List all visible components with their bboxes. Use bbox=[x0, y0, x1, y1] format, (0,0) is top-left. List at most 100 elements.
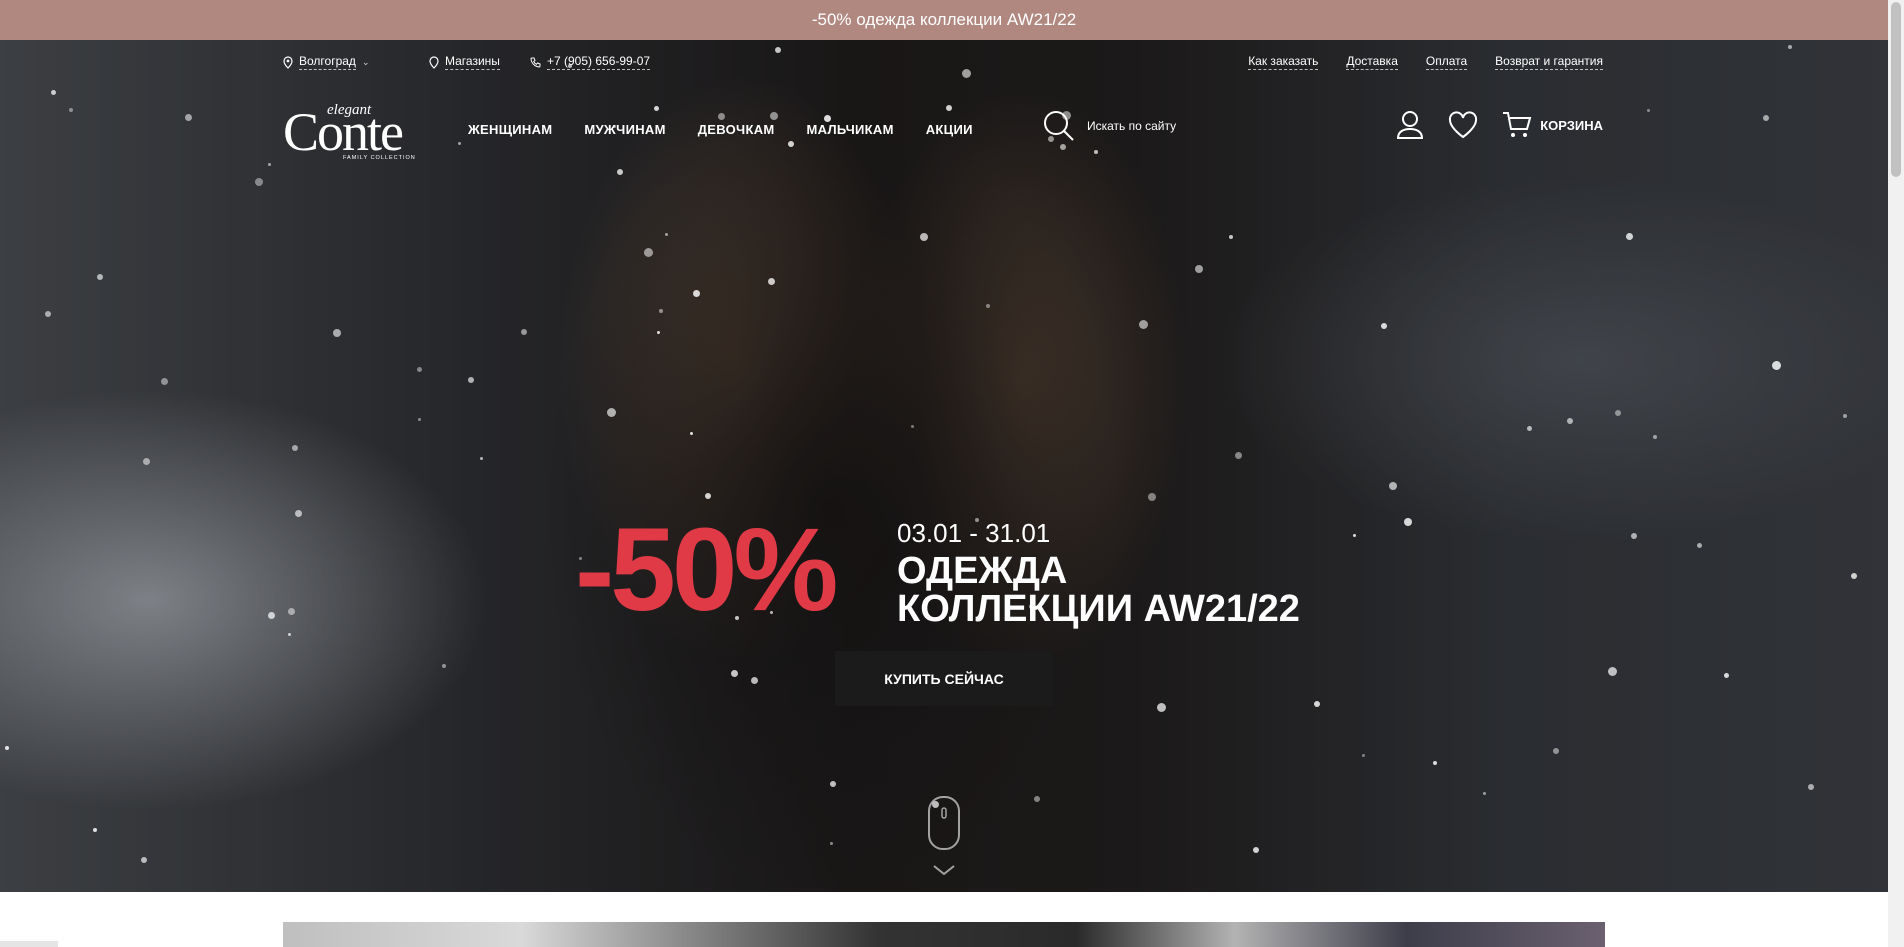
info-links: Как заказать Доставка Оплата Возврат и г… bbox=[1248, 54, 1603, 70]
offer-headline: ОДЕЖДА КОЛЛЕКЦИИ AW21/22 bbox=[897, 552, 1337, 628]
snowflake bbox=[1647, 109, 1650, 112]
cart-icon bbox=[1503, 112, 1532, 137]
snowflake bbox=[1381, 323, 1387, 329]
snowflake bbox=[1195, 265, 1203, 273]
buy-now-button[interactable]: КУПИТЬ СЕЙЧАС bbox=[835, 651, 1053, 706]
snowflake bbox=[644, 248, 653, 257]
scroll-down-indicator[interactable] bbox=[928, 796, 960, 881]
phone-icon bbox=[530, 57, 541, 68]
snowflake bbox=[1483, 792, 1486, 795]
snowflake bbox=[830, 781, 836, 787]
how-to-order-link[interactable]: Как заказать bbox=[1248, 54, 1319, 70]
snowflake bbox=[607, 408, 616, 417]
snowflake bbox=[617, 169, 623, 175]
snowflake bbox=[1148, 493, 1156, 501]
offer-dates: 03.01 - 31.01 bbox=[897, 518, 1051, 548]
snowflake bbox=[1157, 703, 1166, 712]
mouse-scroll-icon bbox=[928, 796, 960, 850]
snowflake bbox=[1631, 533, 1637, 539]
snowflake bbox=[1034, 796, 1040, 802]
search-icon[interactable] bbox=[1043, 110, 1075, 142]
snowflake bbox=[295, 510, 302, 517]
main-nav: ЖЕНЩИНАМ МУЖЧИНАМ ДЕВОЧКАМ МАЛЬЧИКАМ АКЦ… bbox=[468, 122, 973, 137]
nav-women[interactable]: ЖЕНЩИНАМ bbox=[468, 122, 552, 137]
snowflake bbox=[255, 178, 263, 186]
site-search[interactable]: Искать по сайту bbox=[1043, 110, 1176, 142]
snowflake bbox=[1253, 847, 1259, 853]
corner-widget bbox=[0, 941, 58, 947]
nav-men[interactable]: МУЖЧИНАМ bbox=[584, 122, 665, 137]
returns-link[interactable]: Возврат и гарантия bbox=[1495, 54, 1603, 70]
headline-line-1: ОДЕЖДА bbox=[897, 550, 1068, 592]
snowflake bbox=[161, 378, 168, 385]
snowflake bbox=[1724, 673, 1729, 678]
conte-logo[interactable]: elegant Conte FAMILY COLLECTION bbox=[283, 100, 431, 162]
phone-label[interactable]: +7 (905) 656-99-07 bbox=[547, 54, 651, 70]
headline-line-2: КОЛЛЕКЦИИ AW21/22 bbox=[897, 588, 1300, 630]
stores-link[interactable]: Магазины bbox=[429, 54, 500, 70]
snowflake bbox=[288, 633, 291, 636]
snowflake bbox=[288, 608, 295, 615]
snowflake bbox=[705, 493, 711, 499]
stores-label[interactable]: Магазины bbox=[445, 54, 500, 70]
chevron-down-icon bbox=[933, 865, 955, 876]
snowflake bbox=[5, 746, 9, 750]
snowflake bbox=[665, 233, 668, 236]
snowflake bbox=[911, 425, 914, 428]
snowflake bbox=[45, 311, 51, 317]
search-placeholder[interactable]: Искать по сайту bbox=[1087, 119, 1176, 133]
snowflake bbox=[1229, 235, 1233, 239]
cart-button[interactable]: КОРЗИНА bbox=[1502, 111, 1603, 139]
snowflake bbox=[1697, 543, 1702, 548]
snowflake bbox=[1235, 452, 1242, 459]
nav-boys[interactable]: МАЛЬЧИКАМ bbox=[807, 122, 894, 137]
snowflake bbox=[986, 304, 990, 308]
utility-bar: Волгоград ⌄ Магазины +7 (905) 656-99-07 … bbox=[283, 50, 1603, 74]
delivery-link[interactable]: Доставка bbox=[1346, 54, 1398, 70]
snowflake bbox=[1808, 784, 1814, 790]
main-header: elegant Conte FAMILY COLLECTION ЖЕНЩИНАМ… bbox=[283, 96, 1603, 166]
header-actions: КОРЗИНА bbox=[1396, 110, 1603, 140]
snowflake bbox=[1553, 748, 1559, 754]
snowflake bbox=[768, 278, 775, 285]
promo-text[interactable]: -50% одежда коллекции AW21/22 bbox=[812, 10, 1076, 29]
snowflake bbox=[1527, 426, 1532, 431]
store-pin-icon bbox=[429, 55, 439, 69]
snowflake bbox=[659, 309, 663, 313]
scrollbar-thumb[interactable] bbox=[1891, 2, 1901, 177]
snowflake bbox=[731, 670, 738, 677]
snowflake bbox=[690, 432, 693, 435]
snowflake bbox=[418, 418, 421, 421]
snowflake bbox=[143, 458, 150, 465]
snowflake bbox=[1567, 418, 1573, 424]
snowflake bbox=[442, 664, 446, 668]
snowflake bbox=[480, 457, 483, 460]
snowflake bbox=[920, 233, 928, 241]
snowflake bbox=[830, 842, 833, 845]
snowflake bbox=[268, 612, 275, 619]
city-label[interactable]: Волгоград bbox=[299, 54, 356, 70]
hero-overlay bbox=[0, 40, 1888, 892]
snowflake bbox=[1615, 410, 1621, 416]
city-selector[interactable]: Волгоград ⌄ bbox=[283, 54, 369, 70]
user-icon[interactable] bbox=[1396, 110, 1424, 140]
snowflake bbox=[1608, 667, 1617, 676]
snowflake bbox=[751, 677, 758, 684]
heart-icon[interactable] bbox=[1448, 111, 1478, 139]
snowflake bbox=[1389, 482, 1397, 490]
snowflake bbox=[1653, 435, 1657, 439]
payment-link[interactable]: Оплата bbox=[1425, 54, 1468, 70]
snowflake bbox=[1314, 701, 1320, 707]
snowflake bbox=[1433, 761, 1437, 765]
logo-sub-text: FAMILY COLLECTION bbox=[343, 155, 416, 161]
logo-main-text: Conte bbox=[283, 102, 403, 162]
snowflake bbox=[1404, 518, 1412, 526]
snowflake bbox=[1139, 320, 1148, 329]
hero-banner bbox=[0, 40, 1888, 892]
promo-bar[interactable]: -50% одежда коллекции AW21/22 bbox=[0, 0, 1888, 40]
nav-promotions[interactable]: АКЦИИ bbox=[926, 122, 973, 137]
nav-girls[interactable]: ДЕВОЧКАМ bbox=[698, 122, 775, 137]
snowflake bbox=[1763, 115, 1769, 121]
snowflake bbox=[185, 114, 192, 121]
phone-link[interactable]: +7 (905) 656-99-07 bbox=[530, 54, 651, 70]
